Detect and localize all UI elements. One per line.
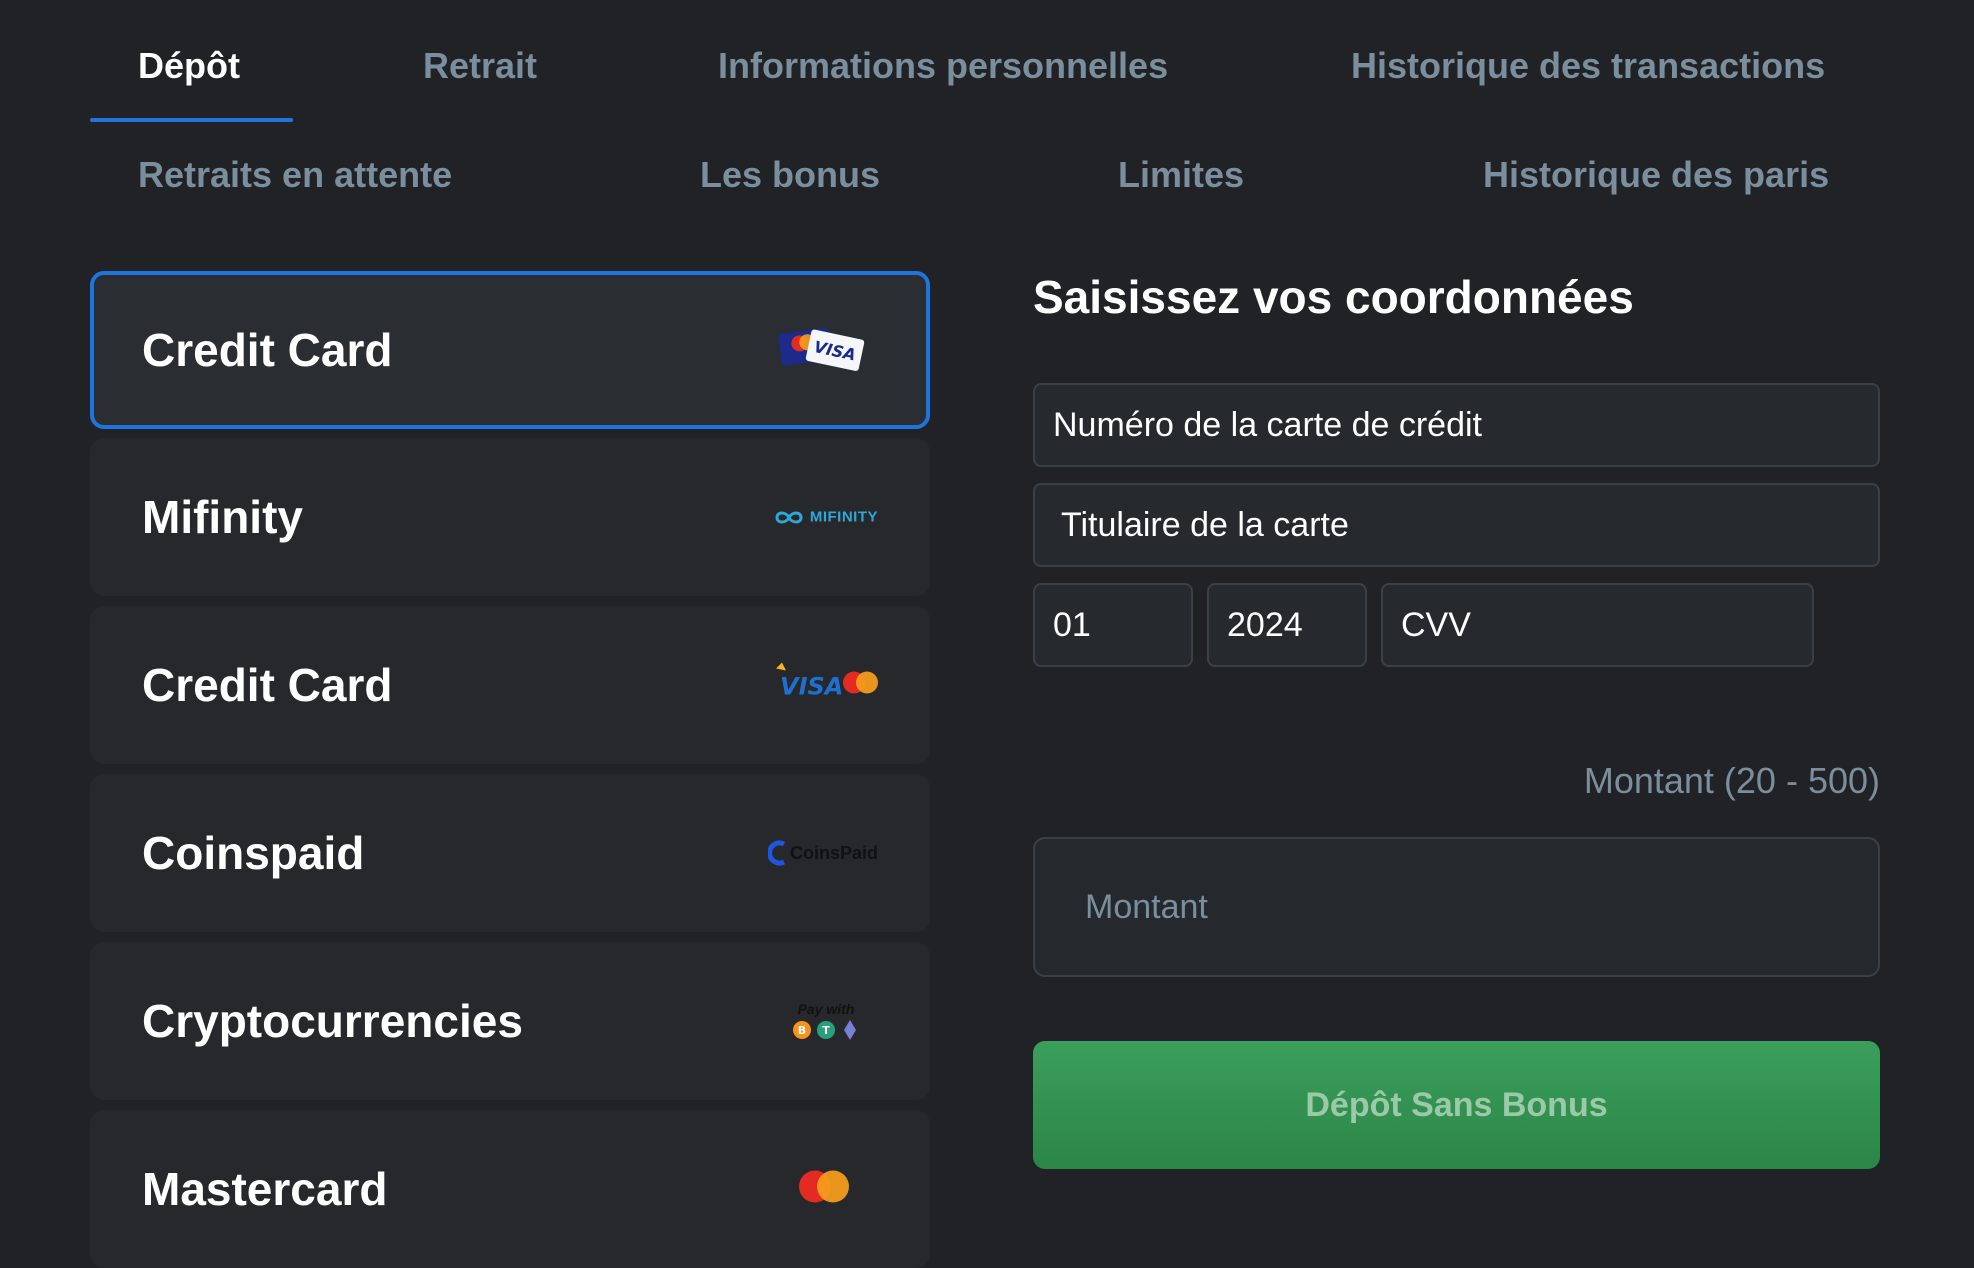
tab-historique-paris[interactable]: Historique des paris xyxy=(1483,154,1829,196)
method-label: Cryptocurrencies xyxy=(142,995,523,1047)
mastercard-visa-cards-icon: VISA xyxy=(776,323,866,378)
mastercard-logo xyxy=(796,1169,852,1210)
tab-depot[interactable]: Dépôt xyxy=(138,45,240,87)
tab-retraits-en-attente[interactable]: Retraits en attente xyxy=(138,154,452,196)
visa-mastercard-logo: VISA xyxy=(774,661,878,710)
amount-range-label: Montant (20 - 500) xyxy=(1583,760,1880,801)
svg-text:VISA: VISA xyxy=(780,673,843,701)
method-label: Credit Card xyxy=(142,324,393,376)
coinspaid-logo: CoinsPaid xyxy=(767,840,878,866)
method-label: Credit Card xyxy=(142,659,393,711)
payment-method-credit-card[interactable]: Credit Card VISA xyxy=(90,271,930,429)
active-tab-indicator xyxy=(90,118,293,122)
payment-method-mastercard[interactable]: Mastercard xyxy=(90,1110,930,1268)
tab-historique-transactions[interactable]: Historique des transactions xyxy=(1351,45,1825,87)
payment-method-cryptocurrencies[interactable]: Cryptocurrencies Pay with B T xyxy=(90,942,930,1100)
mifinity-logo: MIFINITY xyxy=(774,509,878,526)
method-label: Coinspaid xyxy=(142,827,365,879)
form-title: Saisissez vos coordonnées xyxy=(1033,271,1634,323)
payment-method-mifinity[interactable]: Mifinity MIFINITY xyxy=(90,438,930,596)
cvv-input[interactable]: CVV xyxy=(1381,583,1814,667)
tab-informations-personnelles[interactable]: Informations personnelles xyxy=(718,45,1168,87)
svg-text:B: B xyxy=(798,1024,806,1037)
deposit-without-bonus-button[interactable]: Dépôt Sans Bonus xyxy=(1033,1041,1880,1169)
tab-retrait[interactable]: Retrait xyxy=(423,45,537,87)
card-number-input[interactable]: Numéro de la carte de crédit xyxy=(1033,383,1880,467)
amount-input[interactable]: Montant xyxy=(1033,837,1880,977)
pay-with-crypto-logo: Pay with B T xyxy=(792,1001,860,1041)
svg-text:T: T xyxy=(822,1024,830,1037)
method-label: Mastercard xyxy=(142,1163,388,1215)
method-label: Mifinity xyxy=(142,491,303,543)
tab-les-bonus[interactable]: Les bonus xyxy=(700,154,880,196)
card-holder-input[interactable]: Titulaire de la carte xyxy=(1033,483,1880,567)
expiry-month-select[interactable]: 01 xyxy=(1033,583,1193,667)
tab-limites[interactable]: Limites xyxy=(1118,154,1244,196)
payment-method-coinspaid[interactable]: Coinspaid CoinsPaid xyxy=(90,774,930,932)
payment-method-credit-card-2[interactable]: Credit Card VISA xyxy=(90,606,930,764)
expiry-year-select[interactable]: 2024 xyxy=(1207,583,1367,667)
